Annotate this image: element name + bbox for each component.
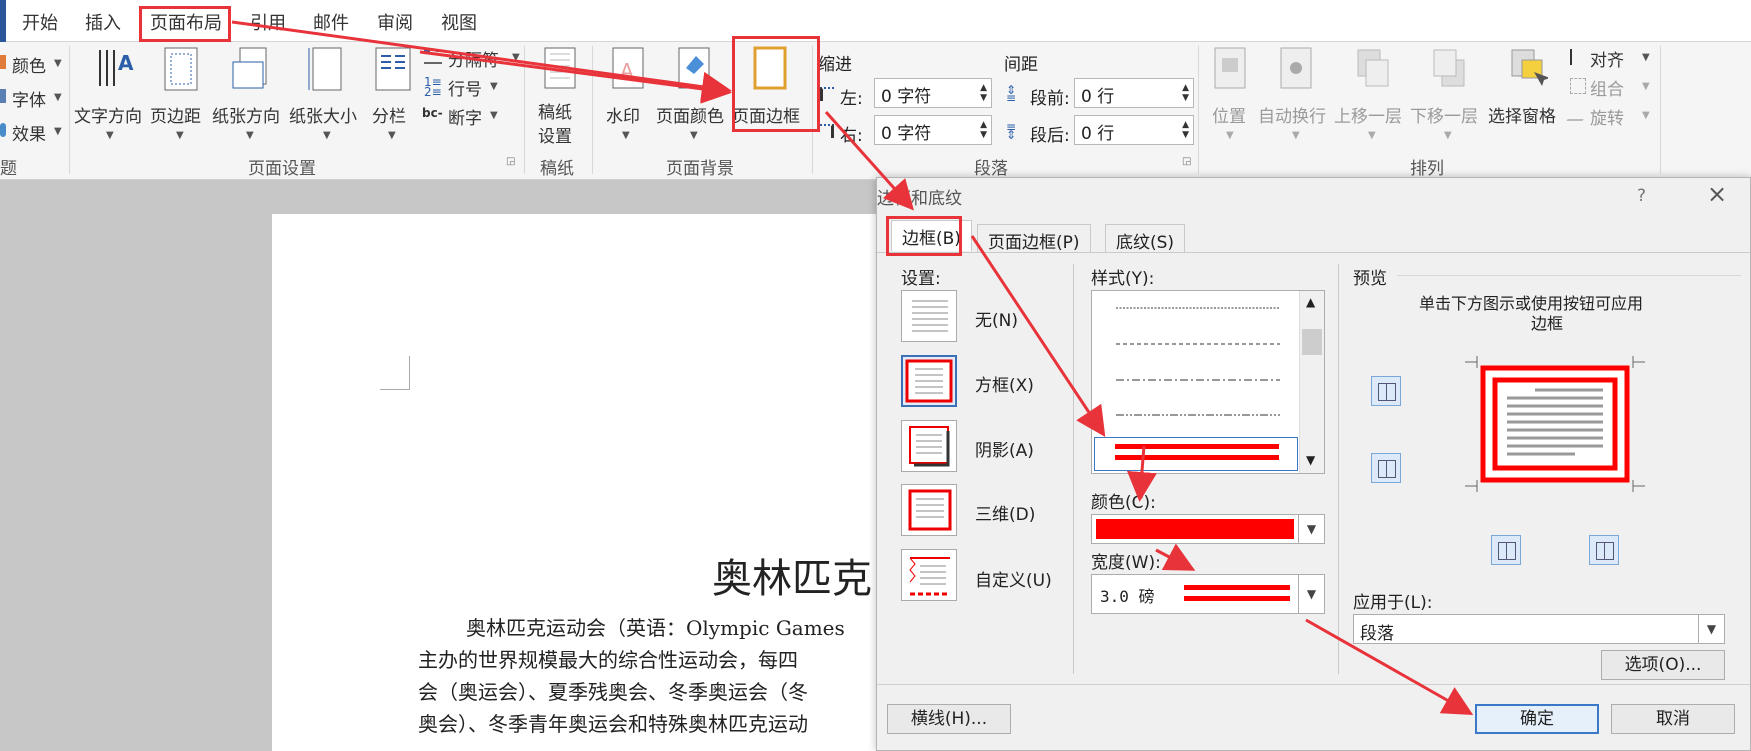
annotation-arrows — [231, 20, 1474, 715]
